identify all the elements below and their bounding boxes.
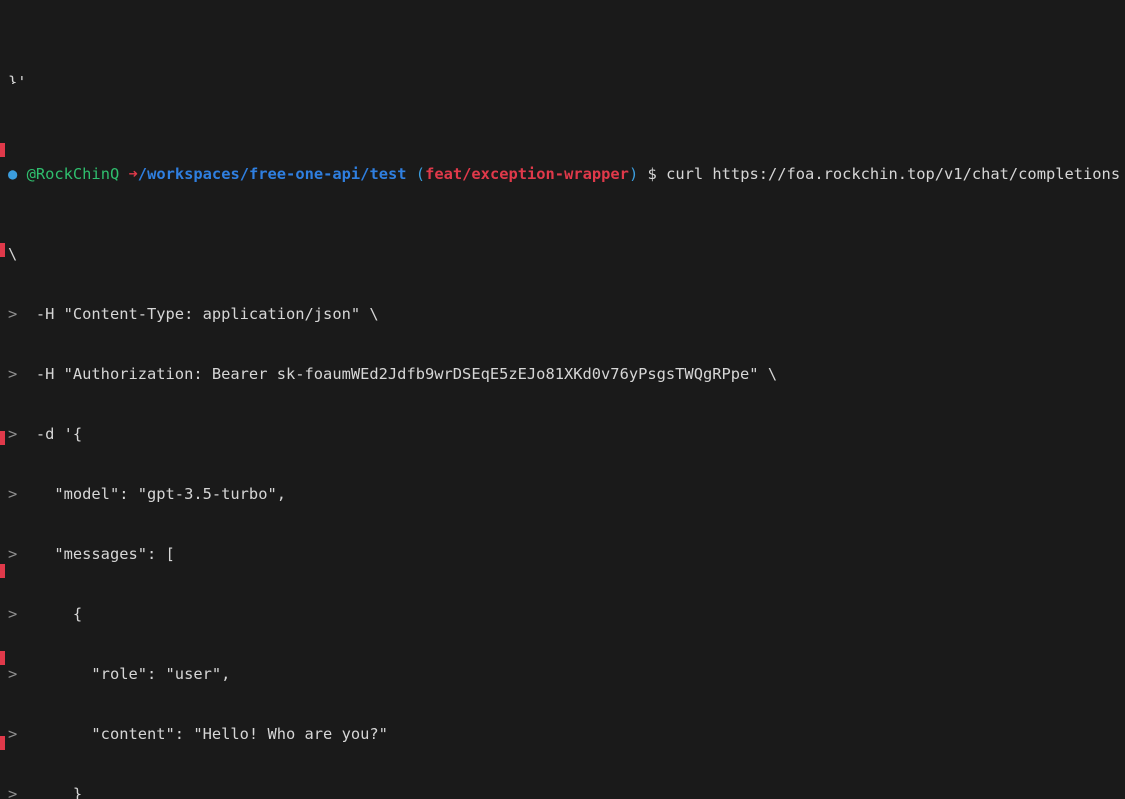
command-line: > -d '{ — [0, 424, 1125, 444]
clipped-previous-line: }' — [0, 72, 1125, 84]
command-line-text: -d '{ — [17, 425, 82, 443]
continuation-marker: > — [8, 425, 17, 443]
arrow-icon: ➜ — [129, 165, 138, 183]
command-line-text: "model": "gpt-3.5-turbo", — [17, 485, 286, 503]
continuation-marker: > — [8, 725, 17, 743]
command-text: curl https://foa.rockchin.top/v1/chat/co… — [666, 165, 1120, 183]
command-line: > "model": "gpt-3.5-turbo", — [0, 484, 1125, 504]
command-line-text: "role": "user", — [17, 665, 230, 683]
prompt-line-top[interactable]: ● @RockChinQ ➜/workspaces/free-one-api/t… — [0, 164, 1125, 184]
prompt-paren-close: ) — [629, 165, 638, 183]
prompt-user: @RockChinQ — [27, 165, 120, 183]
command-line-text: \ — [8, 245, 17, 263]
command-line: > "role": "user", — [0, 664, 1125, 684]
command-line: > -H "Authorization: Bearer sk-foaumWEd2… — [0, 364, 1125, 384]
command-line-text: { — [17, 605, 82, 623]
clipped-previous-text: }' — [8, 73, 27, 84]
continuation-marker: > — [8, 605, 17, 623]
continuation-marker: > — [8, 365, 17, 383]
command-line-text: -H "Content-Type: application/json" \ — [17, 305, 378, 323]
command-line: \ — [0, 244, 1125, 264]
command-line-text: -H "Authorization: Bearer sk-foaumWEd2Jd… — [17, 365, 777, 383]
terminal-window[interactable]: }' ● @RockChinQ ➜/workspaces/free-one-ap… — [0, 0, 1125, 799]
command-line: > "messages": [ — [0, 544, 1125, 564]
command-line: > "content": "Hello! Who are you?" — [0, 724, 1125, 744]
continuation-marker: > — [8, 485, 17, 503]
prompt-git-branch: feat/exception-wrapper — [425, 165, 629, 183]
continuation-marker: > — [8, 785, 17, 799]
command-line-text: "content": "Hello! Who are you?" — [17, 725, 388, 743]
prompt-paren-open: ( — [416, 165, 425, 183]
command-line: > { — [0, 604, 1125, 624]
continuation-marker: > — [8, 665, 17, 683]
status-dot-icon: ● — [8, 165, 17, 183]
command-line: > -H "Content-Type: application/json" \ — [0, 304, 1125, 324]
command-line-text: } — [17, 785, 82, 799]
prompt-path: /workspaces/free-one-api/test — [138, 165, 407, 183]
continuation-marker: > — [8, 305, 17, 323]
continuation-marker: > — [8, 545, 17, 563]
command-line-text: "messages": [ — [17, 545, 175, 563]
terminal-screen[interactable]: }' ● @RockChinQ ➜/workspaces/free-one-ap… — [0, 0, 1125, 799]
prompt-dollar: $ — [648, 165, 657, 183]
command-line: > } — [0, 784, 1125, 799]
